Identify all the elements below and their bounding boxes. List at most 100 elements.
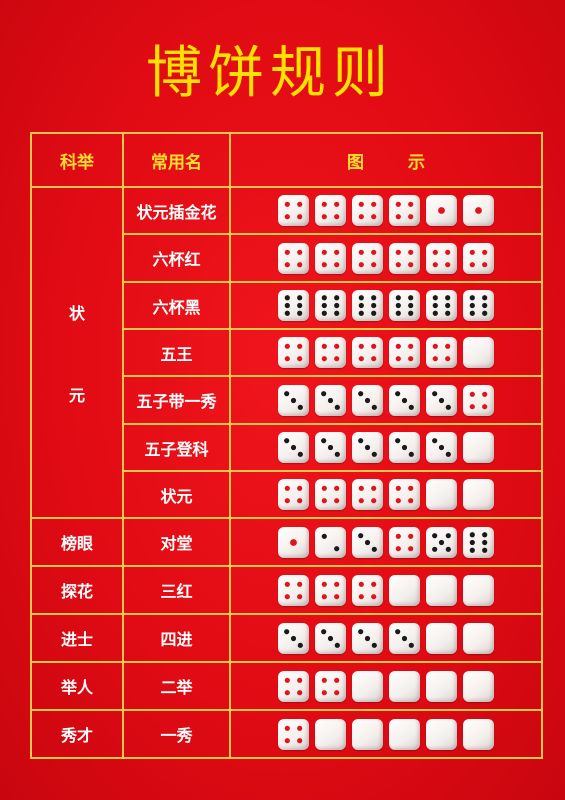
- die-face-1-icon: [426, 195, 457, 226]
- pip: [321, 485, 327, 491]
- pip: [395, 356, 401, 362]
- pip: [297, 677, 303, 683]
- keju-label: 榜眼: [60, 534, 93, 553]
- pip: [408, 545, 414, 551]
- pip: [327, 397, 334, 403]
- combo-name: 二举: [122, 661, 231, 711]
- table-row: 秀才 一秀: [30, 709, 543, 759]
- pip: [321, 438, 327, 444]
- pip: [358, 302, 364, 309]
- die-face-3-icon: [315, 384, 346, 416]
- pip: [371, 593, 377, 599]
- pip: [408, 533, 414, 539]
- pip: [290, 635, 297, 641]
- pip: [371, 404, 377, 410]
- pip: [358, 390, 364, 396]
- dice-diagram: [229, 661, 543, 711]
- pip: [401, 635, 408, 641]
- pip: [284, 201, 290, 207]
- pip: [395, 438, 401, 444]
- keju-label: 秀才: [60, 726, 93, 745]
- die-face-6-icon: [315, 290, 346, 321]
- page-title: 博饼规则: [146, 41, 394, 106]
- pip: [395, 261, 401, 267]
- pip: [297, 356, 303, 362]
- pip: [364, 635, 371, 641]
- die-face-4-icon: [315, 670, 346, 702]
- table-row: 状元状元插金花: [30, 186, 543, 519]
- pip: [395, 302, 401, 309]
- pip: [445, 546, 451, 552]
- die-face-4-icon: [352, 574, 383, 606]
- pip: [395, 545, 401, 551]
- die-face-4-icon: [389, 337, 420, 368]
- die-face-3-icon: [278, 384, 309, 416]
- die-face-4-icon: [278, 242, 309, 274]
- pip: [284, 302, 290, 309]
- die-face-4-icon: [278, 718, 309, 750]
- pip: [284, 628, 290, 634]
- dice-diagram: [229, 423, 543, 472]
- pip: [284, 438, 290, 444]
- pip: [469, 249, 475, 255]
- die-face-6-icon: [426, 290, 457, 321]
- pip: [358, 532, 364, 538]
- die-blank-icon: [463, 479, 494, 510]
- pip: [371, 214, 377, 220]
- pip: [334, 295, 340, 301]
- keju-label: 进士: [60, 630, 93, 649]
- die-blank-icon: [426, 718, 457, 750]
- dice-diagram: [229, 328, 543, 377]
- dice-row: [231, 337, 541, 368]
- combo-name: 状元: [122, 470, 231, 519]
- pip: [290, 538, 297, 546]
- pip: [284, 249, 290, 255]
- pip: [334, 302, 340, 309]
- die-face-1-icon: [278, 526, 309, 558]
- pip: [482, 310, 488, 316]
- die-face-3-icon: [426, 432, 457, 463]
- keju-cell: 榜眼: [30, 517, 124, 567]
- dice-diagram: [229, 709, 543, 759]
- die-face-3-icon: [389, 432, 420, 463]
- pip: [395, 343, 401, 349]
- die-face-4-icon: [352, 337, 383, 368]
- pip: [469, 539, 475, 545]
- pip: [445, 249, 451, 255]
- pip: [358, 356, 364, 362]
- die-blank-icon: [426, 622, 457, 654]
- dice-row: [231, 670, 541, 702]
- pip: [432, 438, 438, 444]
- pip: [334, 689, 340, 695]
- pip: [334, 214, 340, 220]
- die-face-4-icon: [389, 242, 420, 274]
- pip: [327, 444, 334, 451]
- pip: [432, 343, 438, 349]
- pip: [297, 343, 303, 349]
- die-face-4-icon: [278, 670, 309, 702]
- die-face-1-icon: [463, 195, 494, 226]
- pip: [469, 547, 475, 553]
- pip: [469, 310, 475, 316]
- pip: [371, 295, 377, 301]
- combo-name: 三红: [122, 565, 231, 615]
- pip: [284, 498, 290, 504]
- pip: [371, 261, 377, 267]
- keju-cell: 探花: [30, 565, 124, 615]
- pip: [395, 533, 401, 539]
- die-face-4-icon: [352, 195, 383, 226]
- pip: [334, 581, 340, 587]
- die-face-4-icon: [389, 479, 420, 510]
- pip: [284, 677, 290, 683]
- pip: [358, 593, 364, 599]
- die-face-4-icon: [315, 479, 346, 510]
- pip: [290, 444, 297, 451]
- pip: [334, 343, 340, 349]
- die-face-6-icon: [463, 290, 494, 321]
- keju-label: 元: [68, 385, 85, 405]
- die-face-4-icon: [352, 479, 383, 510]
- pip: [321, 295, 327, 301]
- die-face-6-icon: [352, 290, 383, 321]
- die-blank-icon: [463, 337, 494, 368]
- table-row: 榜眼 对堂: [30, 517, 543, 567]
